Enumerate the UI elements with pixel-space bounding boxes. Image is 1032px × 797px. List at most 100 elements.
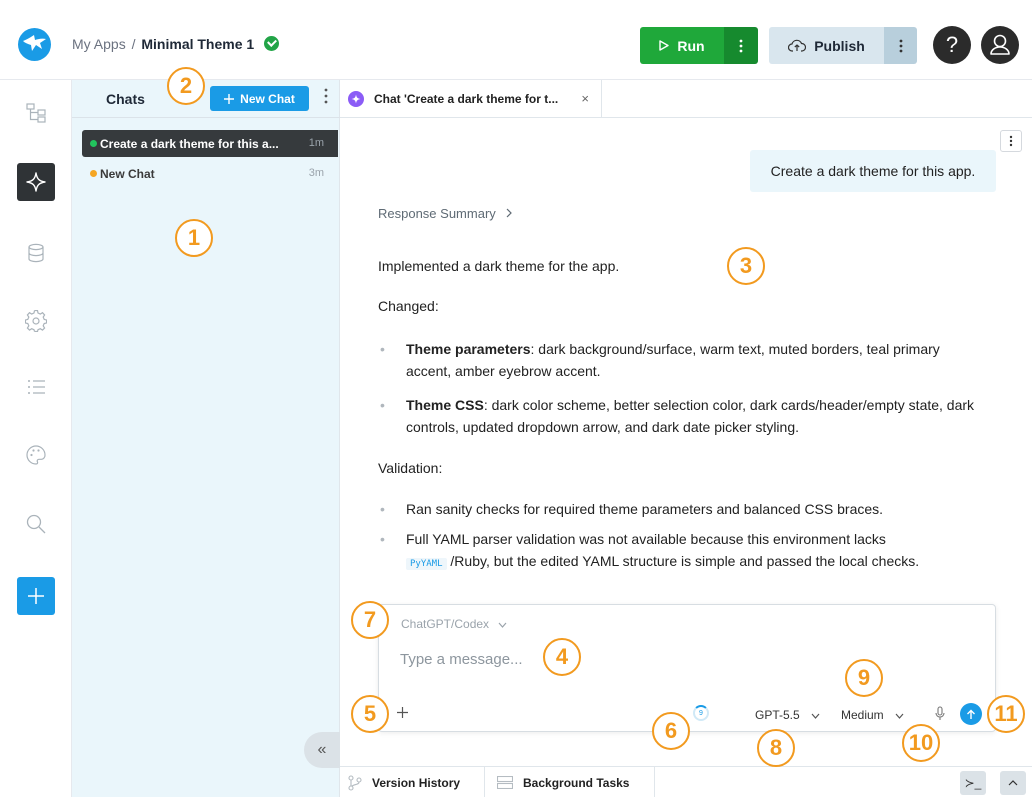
data-tables-button[interactable] <box>17 234 55 272</box>
bullet: • <box>380 341 385 357</box>
breadcrumb-separator: / <box>131 36 136 52</box>
chat-list-item[interactable]: New Chat 3m <box>82 160 338 187</box>
list-item-text: Ran sanity checks for required theme par… <box>406 501 884 517</box>
annotation-marker: 11 <box>987 695 1025 733</box>
chats-header: Chats New Chat <box>72 80 340 118</box>
background-tasks-tab[interactable]: Background Tasks <box>485 767 655 797</box>
validation-heading: Validation: <box>378 460 443 476</box>
chevron-down-icon <box>498 622 507 628</box>
double-chevron-left-icon: « <box>317 741 327 758</box>
new-chat-label: New Chat <box>240 91 295 106</box>
git-branch-icon <box>348 774 362 791</box>
effort-label: Medium <box>841 708 884 722</box>
bullet: • <box>380 397 385 413</box>
microphone-icon <box>935 706 945 720</box>
tab-label: Chat 'Create a dark theme for t... <box>374 92 559 106</box>
annotation-marker: 4 <box>543 638 581 676</box>
user-icon <box>990 34 1010 55</box>
more-vertical-icon <box>1009 135 1013 147</box>
ai-assistant-button[interactable] <box>17 163 55 201</box>
changed-heading: Changed: <box>378 298 439 314</box>
run-button[interactable]: Run <box>640 27 724 64</box>
breadcrumb-my-apps[interactable]: My Apps <box>72 36 126 52</box>
cloud-upload-icon <box>788 39 807 52</box>
model-label: GPT-5.5 <box>755 708 800 722</box>
more-vertical-icon <box>899 39 902 52</box>
expand-panel-button[interactable] <box>1000 771 1026 795</box>
user-avatar-button[interactable] <box>981 26 1019 64</box>
database-icon <box>28 243 44 263</box>
chat-list-item[interactable]: Create a dark theme for this a... 1m <box>82 130 338 157</box>
palette-icon <box>26 445 46 465</box>
theme-button[interactable] <box>17 436 55 474</box>
version-history-tab[interactable]: Version History <box>340 767 485 797</box>
user-message-text: Create a dark theme for this app. <box>770 163 976 179</box>
more-vertical-icon <box>739 39 743 52</box>
chats-panel: Chats New Chat Create a dark theme for t… <box>72 80 340 797</box>
terminal-icon: ≻_ <box>964 776 982 790</box>
provider-label: ChatGPT/Codex <box>401 617 490 631</box>
list-icon <box>28 380 45 394</box>
list-item-text: : dark color scheme, better selection co… <box>406 397 975 435</box>
user-message: Create a dark theme for this app. <box>750 150 996 192</box>
bottom-bar: Version History Background Tasks ≻_ <box>340 766 1032 797</box>
run-more-button[interactable] <box>724 27 758 64</box>
run-label: Run <box>677 37 705 54</box>
search-button[interactable] <box>17 505 55 543</box>
breadcrumb: My Apps / Minimal Theme 1 <box>72 36 280 52</box>
tab-chat[interactable]: Chat 'Create a dark theme for t... × <box>340 80 602 118</box>
voice-input-button[interactable] <box>935 706 945 724</box>
annotation-marker: 3 <box>727 247 765 285</box>
chat-conversation: Create a dark theme for this app. Respon… <box>340 118 1032 736</box>
context-usage-indicator[interactable]: 9 <box>693 705 709 721</box>
context-usage-value: 9 <box>699 709 703 717</box>
annotation-marker: 10 <box>902 724 940 762</box>
chat-item-label: New Chat <box>100 166 155 181</box>
attach-button[interactable] <box>397 705 408 723</box>
plus-icon <box>224 93 235 104</box>
chats-title: Chats <box>106 91 145 107</box>
saved-check-icon <box>264 36 280 51</box>
chevron-right-icon <box>506 208 513 218</box>
play-icon <box>659 40 670 51</box>
list-item-text-tail: /Ruby, but the edited YAML structure is … <box>450 553 920 569</box>
settings-button[interactable] <box>17 302 55 340</box>
new-chat-button[interactable]: New Chat <box>210 86 309 111</box>
bullet: • <box>380 501 385 517</box>
chevron-up-icon <box>1008 780 1018 786</box>
search-icon <box>26 514 46 534</box>
chat-status-dot <box>90 170 97 177</box>
publish-button[interactable]: Publish <box>769 27 884 64</box>
provider-select[interactable]: ChatGPT/Codex <box>401 617 507 631</box>
left-icon-rail <box>0 80 72 797</box>
publish-more-button[interactable] <box>884 27 917 64</box>
response-intro: Implemented a dark theme for the app. <box>378 258 620 274</box>
response-summary-toggle[interactable]: Response Summary <box>378 206 513 221</box>
list-view-button[interactable] <box>17 368 55 406</box>
close-icon[interactable]: × <box>581 91 589 106</box>
terminal-button[interactable]: ≻_ <box>960 771 986 795</box>
list-item-text: Full YAML parser validation was not avai… <box>406 531 886 547</box>
annotation-marker: 1 <box>175 219 213 257</box>
effort-select[interactable]: Medium <box>841 708 904 722</box>
ai-chat-icon <box>348 91 364 107</box>
send-button[interactable] <box>960 703 982 725</box>
chats-more-button[interactable] <box>322 87 330 105</box>
app-name[interactable]: Minimal Theme 1 <box>141 36 254 52</box>
arrow-up-icon <box>967 709 975 719</box>
chevron-down-icon <box>895 713 904 719</box>
help-button[interactable]: ? <box>933 26 971 64</box>
add-button[interactable] <box>17 577 55 615</box>
help-label: ? <box>945 32 959 57</box>
app-structure-button[interactable] <box>17 94 55 132</box>
list-item-bold: Theme CSS <box>406 397 484 413</box>
app-logo-icon[interactable] <box>18 28 51 61</box>
collapse-panel-button[interactable]: « <box>304 732 340 768</box>
conversation-menu-button[interactable] <box>1000 130 1022 152</box>
chat-item-label: Create a dark theme for this a... <box>100 136 279 151</box>
publish-label: Publish <box>814 37 865 54</box>
chat-status-dot <box>90 140 97 147</box>
message-composer: ChatGPT/Codex 9 GPT-5.5 Medium <box>378 604 996 732</box>
model-select[interactable]: GPT-5.5 <box>755 708 820 722</box>
annotation-marker: 5 <box>351 695 389 733</box>
